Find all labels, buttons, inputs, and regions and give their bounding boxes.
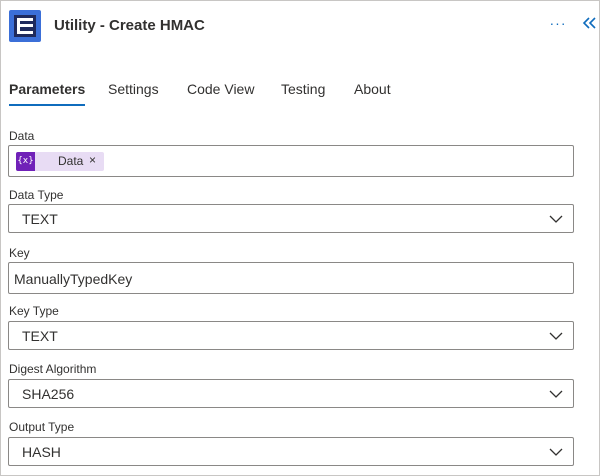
key-type-select[interactable]: TEXT: [8, 321, 574, 350]
tab-settings[interactable]: Settings: [108, 79, 159, 109]
panel-header: Utility - Create HMAC ···: [1, 1, 599, 51]
tab-label: About: [354, 81, 391, 97]
tab-label: Testing: [281, 81, 326, 97]
designer-panel: Utility - Create HMAC ··· Parameters Set…: [0, 0, 600, 476]
remove-token-button[interactable]: ×: [89, 153, 96, 167]
tab-testing[interactable]: Testing: [281, 79, 325, 109]
data-type-label: Data Type: [9, 188, 64, 202]
digest-algorithm-select[interactable]: SHA256: [8, 379, 574, 408]
chevron-down-icon: [549, 390, 563, 398]
variable-icon: {x}: [16, 152, 35, 171]
output-type-value: HASH: [22, 444, 61, 460]
digest-algorithm-label: Digest Algorithm: [9, 362, 97, 376]
tab-about[interactable]: About: [354, 79, 391, 109]
data-type-value: TEXT: [22, 211, 58, 227]
tab-label: Settings: [108, 81, 159, 97]
tab-parameters[interactable]: Parameters: [9, 79, 86, 109]
chevron-down-icon: [549, 332, 563, 340]
data-input[interactable]: {x} Data ×: [8, 145, 574, 177]
tab-label: Parameters: [9, 81, 86, 97]
key-value: ManuallyTypedKey: [14, 271, 133, 287]
digest-algorithm-value: SHA256: [22, 386, 75, 402]
tab-code-view[interactable]: Code View: [187, 79, 254, 109]
tab-bar: Parameters Settings Code View Testing Ab…: [1, 79, 599, 109]
panel-title: Utility - Create HMAC: [54, 17, 205, 34]
data-type-select[interactable]: TEXT: [8, 204, 574, 233]
key-type-value: TEXT: [22, 328, 58, 344]
output-type-label: Output Type: [9, 420, 75, 434]
key-type-label: Key Type: [9, 304, 59, 318]
key-input[interactable]: ManuallyTypedKey: [8, 262, 574, 294]
collapse-panel-button[interactable]: [581, 15, 597, 35]
token-label: Data: [58, 154, 84, 168]
output-type-select[interactable]: HASH: [8, 437, 574, 466]
data-token[interactable]: {x} Data ×: [16, 152, 104, 171]
active-tab-indicator: [9, 104, 86, 106]
app-logo-icon: [9, 10, 41, 42]
more-options-button[interactable]: ···: [548, 13, 568, 33]
tab-label: Code View: [187, 81, 255, 97]
data-label: Data: [9, 129, 35, 143]
double-chevron-left-icon: [582, 17, 596, 29]
key-label: Key: [9, 246, 30, 260]
chevron-down-icon: [549, 215, 563, 223]
chevron-down-icon: [549, 448, 563, 456]
